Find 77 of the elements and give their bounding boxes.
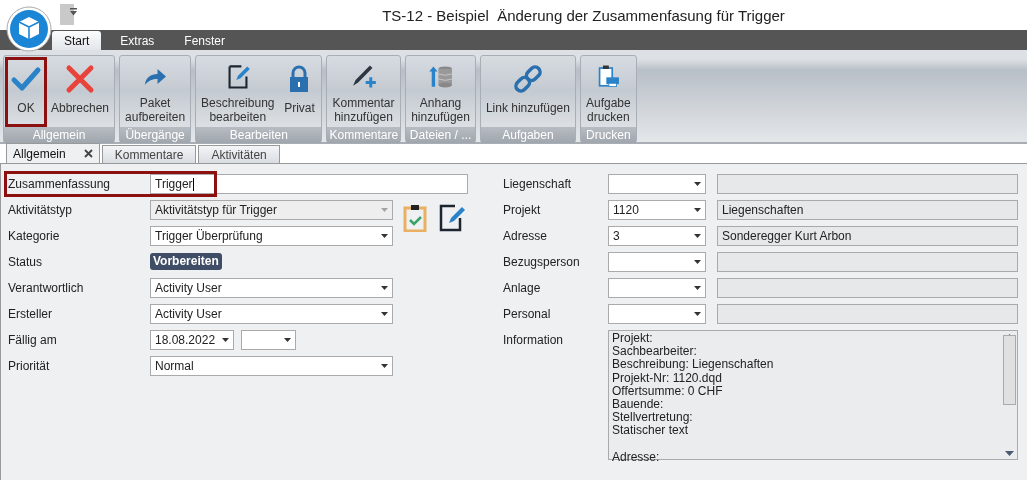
field-label: Ersteller — [8, 306, 53, 321]
caret-icon — [694, 234, 701, 238]
group-label: Übergänge — [120, 127, 191, 143]
group-label: Kommentare — [327, 127, 401, 143]
ribbon-button[interactable]: Abbrechen — [47, 57, 114, 127]
ribbon-button[interactable]: Privat — [278, 57, 321, 127]
field-label: Bezugsperson — [503, 254, 581, 269]
customize-icon[interactable] — [70, 8, 77, 16]
caret-icon — [284, 338, 291, 342]
caret-icon — [694, 286, 701, 290]
dropdown-field[interactable] — [608, 278, 706, 298]
dropdown-field[interactable] — [608, 174, 706, 194]
field-label: Anlage — [503, 280, 542, 295]
ribbon-tab[interactable]: Start — [52, 31, 102, 50]
field-label: Fällig am — [8, 332, 58, 347]
caret-icon — [381, 312, 388, 316]
field-label: Aktivitätstyp — [8, 202, 74, 217]
field-label: Adresse — [503, 228, 549, 243]
ribbon-button[interactable]: Paket aufbereiten — [121, 57, 190, 127]
caret-icon — [694, 312, 701, 316]
dropdown-field[interactable]: 3 — [608, 226, 706, 246]
caret-icon — [381, 234, 388, 238]
close-icon[interactable] — [83, 149, 93, 158]
dropdown-field[interactable] — [241, 330, 296, 350]
scrollbar[interactable] — [1001, 331, 1017, 459]
status-badge: Vorbereiten — [150, 253, 222, 270]
dropdown-field[interactable]: 1120 — [608, 200, 706, 220]
document-tab[interactable]: Allgemein — [6, 143, 100, 163]
caret-icon — [381, 364, 388, 368]
caret-icon — [222, 338, 229, 342]
group-label: Allgemein — [4, 127, 115, 143]
field-label: Zusammenfassung — [8, 176, 112, 191]
dropdown-field[interactable]: Trigger Überprüfung — [150, 226, 393, 246]
ribbon-button[interactable]: OK — [5, 57, 47, 127]
field-label: Personal — [503, 306, 552, 321]
dropdown-field[interactable] — [608, 304, 706, 324]
ribbon-button[interactable]: Link hinzufügen — [481, 57, 574, 127]
caret-icon — [381, 208, 388, 212]
close-icon — [64, 63, 96, 95]
caret-icon — [694, 260, 701, 264]
document-tab[interactable]: Aktivitäten — [198, 145, 280, 163]
field-label: Priorität — [8, 358, 51, 373]
readonly-field: Liegenschaften — [717, 200, 1018, 220]
dropdown-field[interactable]: 18.08.2022 — [150, 330, 234, 350]
group-label: Dateien / ... — [406, 127, 475, 143]
ribbon-button[interactable]: Kommentar hinzufügen — [328, 57, 399, 127]
link-icon — [511, 63, 544, 95]
quick-access-tab[interactable] — [60, 4, 74, 25]
group-label: Drucken — [581, 127, 636, 143]
field-label: Information — [503, 332, 565, 347]
dropdown-field[interactable]: Activity User — [150, 278, 393, 298]
edit-icon[interactable] — [439, 204, 467, 232]
caret-icon — [694, 182, 701, 186]
field-label: Status — [8, 254, 44, 269]
ribbon-tab[interactable]: Fenster — [173, 31, 237, 50]
field-label: Liegenschaft — [503, 176, 573, 191]
ribbon-button[interactable]: Beschreibung bearbeiten — [197, 57, 279, 127]
field-label: Kategorie — [8, 228, 61, 243]
group-label: Aufgaben — [480, 127, 575, 143]
clipboard-check-icon[interactable] — [403, 204, 427, 232]
window-title: TS-12 - Beispiel Änderung der Zusammenfasung für Trigger — [381, 7, 786, 24]
dropdown-field[interactable]: Normal — [150, 356, 393, 376]
field-label: Verantwortlich — [8, 280, 85, 295]
caret-icon — [381, 286, 388, 290]
caret-icon — [694, 208, 701, 212]
group-label: Bearbeiten — [196, 127, 322, 143]
text-field[interactable]: Trigger — [150, 174, 468, 194]
scroll-down-icon[interactable] — [1004, 451, 1014, 456]
dropdown-field[interactable] — [608, 252, 706, 272]
ribbon-button[interactable]: Anhang hinzufügen — [407, 57, 474, 127]
text-area[interactable]: Projekt: Sachbearbeiter: Beschreibung: Liegenschaften Projekt-Nr: 1120.dqd Offertsumme: 0 CHF Bauende: Stellvertretung: Statischer text Adresse: — [608, 330, 1018, 460]
readonly-field: Sonderegger Kurt Arbon — [717, 226, 1018, 246]
document-tab[interactable]: Kommentare — [101, 145, 197, 163]
dropdown-field[interactable]: Activity User — [150, 304, 393, 324]
ribbon-tab[interactable]: Extras — [109, 31, 166, 50]
field-label: Projekt — [503, 202, 542, 217]
ribbon-button[interactable]: Aufgabe drucken — [582, 57, 635, 127]
